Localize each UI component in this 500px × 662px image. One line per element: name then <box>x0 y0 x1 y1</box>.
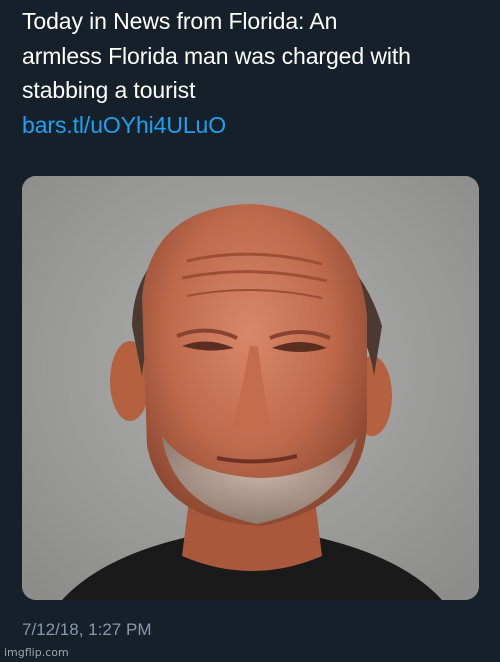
tweet-text-line-2: armless Florida man was charged with <box>22 42 411 69</box>
tweet-link[interactable]: bars.tl/uOYhi4ULuO <box>22 108 492 143</box>
tweet-text-line-3: stabbing a tourist <box>22 77 196 103</box>
tweet-text-line-1: Today in News from Florida: An <box>22 8 338 34</box>
tweet-timestamp[interactable]: 7/12/18, 1:27 PM <box>22 620 151 640</box>
mugshot-photo-icon <box>22 176 479 600</box>
tweet-text: Today in News from Florida: An armless F… <box>22 4 492 142</box>
tweet-media-photo[interactable] <box>22 176 479 600</box>
imgflip-watermark: imgflip.com <box>4 646 69 659</box>
